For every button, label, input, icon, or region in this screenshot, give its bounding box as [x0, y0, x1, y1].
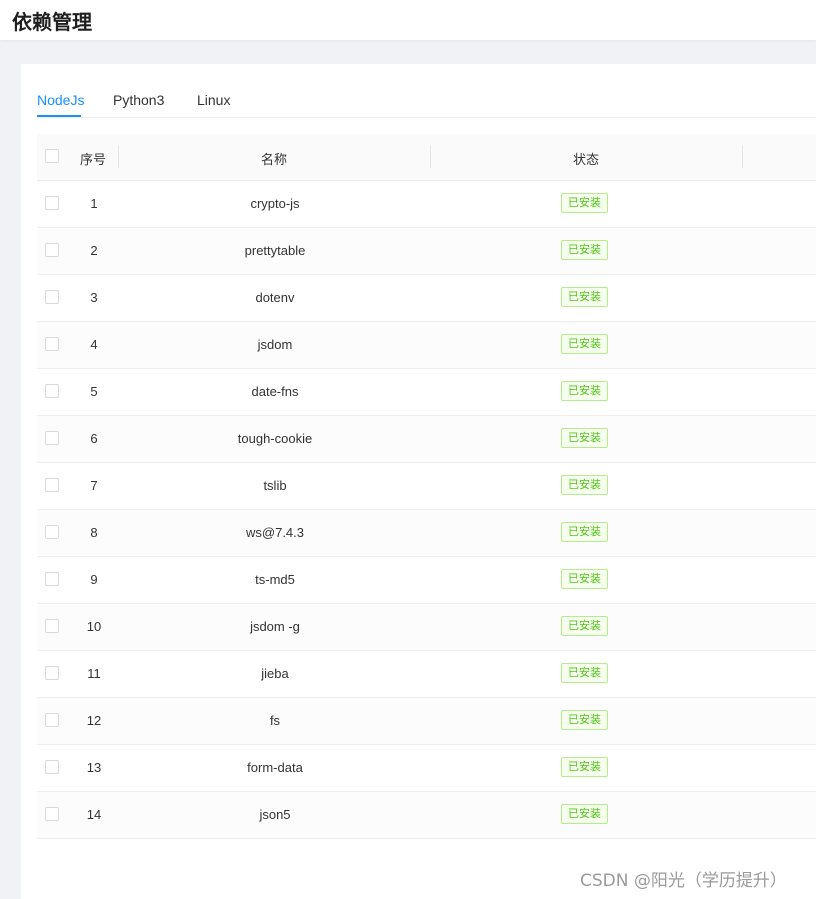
dependency-name: jsdom	[257, 337, 293, 352]
table-row: 6 tough-cookie 已安装	[37, 416, 816, 463]
row-index: 4	[90, 337, 98, 352]
row-index: 6	[90, 431, 98, 446]
table-row: 9 ts-md5 已安装	[37, 557, 816, 604]
row-checkbox[interactable]	[45, 431, 59, 445]
status-badge: 已安装	[561, 710, 608, 730]
status-badge: 已安装	[561, 804, 608, 824]
dependency-name: jsdom -g	[250, 619, 300, 634]
table-row: 8 ws@7.4.3 已安装	[37, 510, 816, 557]
row-checkbox[interactable]	[45, 525, 59, 539]
table-header: 序号 名称 状态	[37, 134, 816, 181]
page-title: 依赖管理	[12, 10, 92, 34]
row-index: 1	[90, 196, 98, 211]
row-index: 13	[86, 760, 102, 775]
table-row: 5 date-fns 已安装	[37, 369, 816, 416]
tab-python3[interactable]: Python3	[113, 92, 164, 108]
dependency-name: date-fns	[251, 384, 299, 399]
row-index: 14	[86, 807, 102, 822]
table-row: 1 crypto-js 已安装	[37, 181, 816, 228]
status-badge: 已安装	[561, 616, 608, 636]
row-checkbox[interactable]	[45, 337, 59, 351]
status-badge: 已安装	[561, 428, 608, 448]
status-badge: 已安装	[561, 287, 608, 307]
status-badge: 已安装	[561, 569, 608, 589]
status-badge: 已安装	[561, 522, 608, 542]
table-row: 12 fs 已安装	[37, 698, 816, 745]
dependency-name: form-data	[247, 760, 303, 775]
row-checkbox[interactable]	[45, 290, 59, 304]
table-row: 7 tslib 已安装	[37, 463, 816, 510]
status-badge: 已安装	[561, 240, 608, 260]
column-header-status: 状态	[573, 153, 600, 168]
dependency-name: dotenv	[255, 290, 295, 305]
row-checkbox[interactable]	[45, 243, 59, 257]
table-body: 1 crypto-js 已安装 2 prettytable 已安装 3 dotenv 已安装 4 j…	[37, 181, 816, 839]
select-all-checkbox[interactable]	[45, 149, 59, 163]
table-row: 2 prettytable 已安装	[37, 228, 816, 275]
status-badge: 已安装	[561, 381, 608, 401]
table-row: 3 dotenv 已安装	[37, 275, 816, 322]
column-header-name: 名称	[261, 153, 288, 168]
row-index: 10	[86, 619, 102, 634]
row-index: 8	[90, 525, 98, 540]
row-index: 7	[90, 478, 98, 493]
row-checkbox[interactable]	[45, 713, 59, 727]
table-row: 4 jsdom 已安装	[37, 322, 816, 369]
table-row: 14 json5 已安装	[37, 792, 816, 839]
row-index: 12	[86, 713, 102, 728]
table-row: 13 form-data 已安装	[37, 745, 816, 792]
dependency-name: prettytable	[244, 243, 306, 258]
table-row: 10 jsdom -g 已安装	[37, 604, 816, 651]
dependency-card: NodeJs Python3 Linux 序号 名称 状态 1 crypto-js…	[21, 64, 816, 899]
tab-nodejs[interactable]: NodeJs	[37, 92, 84, 108]
row-checkbox[interactable]	[45, 807, 59, 821]
row-index: 3	[90, 290, 98, 305]
status-badge: 已安装	[561, 334, 608, 354]
row-checkbox[interactable]	[45, 572, 59, 586]
column-divider	[118, 146, 119, 168]
dependency-name: fs	[269, 713, 281, 728]
watermark: CSDN @阳光（学历提升）	[580, 871, 787, 891]
dependency-name: ws@7.4.3	[246, 525, 304, 540]
row-index: 5	[90, 384, 98, 399]
row-checkbox[interactable]	[45, 760, 59, 774]
tab-linux[interactable]: Linux	[197, 92, 230, 108]
row-index: 11	[87, 666, 101, 681]
status-badge: 已安装	[561, 663, 608, 683]
row-checkbox[interactable]	[45, 196, 59, 210]
status-badge: 已安装	[561, 475, 608, 495]
column-divider	[430, 146, 431, 168]
row-checkbox[interactable]	[45, 619, 59, 633]
row-index: 2	[90, 243, 98, 258]
language-tabs: NodeJs Python3 Linux	[37, 86, 816, 118]
row-checkbox[interactable]	[45, 666, 59, 680]
dependency-name: tough-cookie	[237, 431, 313, 446]
dependency-name: json5	[259, 807, 291, 822]
status-badge: 已安装	[561, 193, 608, 213]
dependency-name: jieba	[261, 666, 289, 681]
column-divider	[742, 146, 743, 168]
row-checkbox[interactable]	[45, 384, 59, 398]
column-header-index: 序号	[80, 153, 107, 168]
row-index: 9	[90, 572, 98, 587]
status-badge: 已安装	[561, 757, 608, 777]
active-tab-indicator	[37, 115, 81, 117]
dependency-name: tslib	[263, 478, 287, 493]
dependency-name: crypto-js	[250, 196, 300, 211]
dependency-table: 序号 名称 状态 1 crypto-js 已安装 2 prettytable 已安装 3 do…	[37, 134, 816, 839]
page-header: 依赖管理	[0, 0, 816, 40]
row-checkbox[interactable]	[45, 478, 59, 492]
dependency-name: ts-md5	[255, 572, 295, 587]
table-row: 11 jieba 已安装	[37, 651, 816, 698]
